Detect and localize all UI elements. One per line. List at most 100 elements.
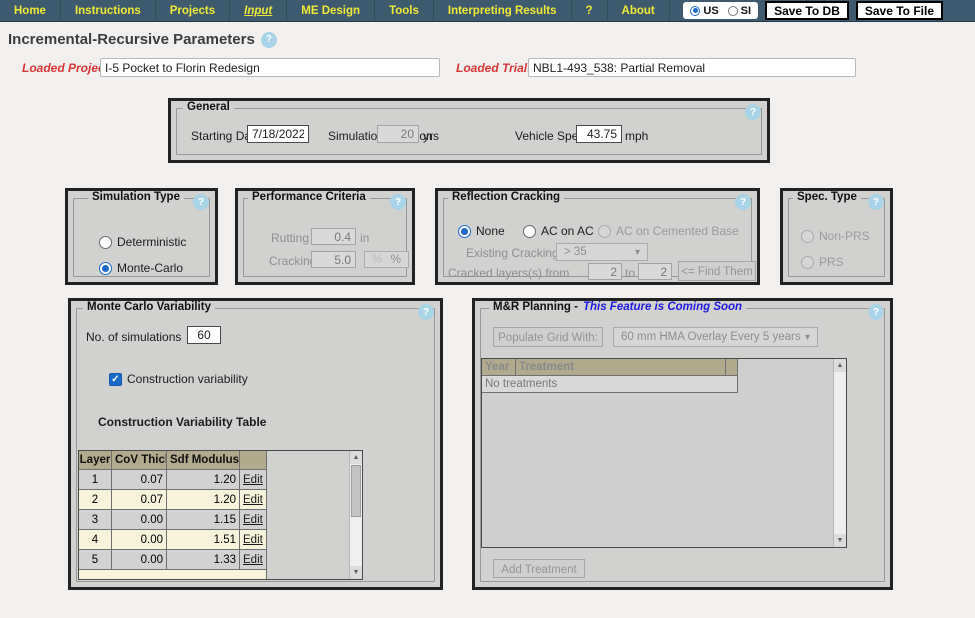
cell-sdf: 1.15 (167, 510, 240, 530)
header-treatment: Treatment (516, 359, 726, 376)
nav-item-help[interactable]: ? (572, 0, 608, 21)
save-to-file-button[interactable]: Save To File (855, 1, 943, 20)
header-action (240, 451, 267, 470)
nav-item-instructions[interactable]: Instructions (61, 0, 156, 21)
reflection-none-label: None (476, 224, 505, 238)
cracking-unit-ghost: % (372, 253, 383, 266)
nav-item-tools[interactable]: Tools (375, 0, 434, 21)
title-help-icon[interactable]: ? (260, 31, 277, 48)
deterministic-radio-icon (99, 235, 112, 249)
loaded-project-field[interactable] (100, 58, 440, 77)
general-help-icon[interactable]: ? (745, 104, 761, 120)
radio-si-icon (727, 5, 738, 16)
general-panel: General ? Starting Date Simulation Durat… (168, 98, 770, 163)
save-to-db-button[interactable]: Save To DB (765, 1, 849, 20)
edit-link[interactable]: Edit (243, 514, 263, 526)
populate-grid-button: Populate Grid With: (493, 327, 603, 347)
rutting-field (311, 228, 356, 245)
units-radio-si[interactable]: SI (727, 5, 751, 17)
ac-on-ac-radio[interactable]: AC on AC (523, 224, 594, 238)
cell-sdf: 1.33 (167, 550, 240, 570)
reflection-cracking-panel: Reflection Cracking ? None AC on AC AC o… (435, 188, 760, 285)
monte-carlo-radio[interactable]: Monte-Carlo (99, 261, 183, 275)
reflection-cracking-help-icon[interactable]: ? (735, 194, 751, 210)
edit-link[interactable]: Edit (243, 474, 263, 486)
construction-table-scrollbar[interactable]: ▲ ▼ (349, 451, 362, 579)
ac-on-ac-label: AC on AC (541, 224, 594, 238)
cracked-to-label: to (625, 266, 636, 280)
chevron-down-icon: ▾ (634, 246, 640, 258)
units-radio-us[interactable]: US (690, 5, 719, 17)
nav-item-home[interactable]: Home (0, 0, 61, 21)
simulation-duration-field (377, 125, 419, 143)
header-year: Year (482, 359, 516, 376)
cell-layer: 1 (79, 470, 112, 490)
radio-us-icon (690, 5, 701, 16)
monte-carlo-variability-panel: Monte Carlo Variability ? No. of simulat… (68, 298, 443, 590)
nav-item-about[interactable]: About (608, 0, 670, 21)
header-sdf-modulus: Sdf Modulus (167, 451, 240, 470)
scroll-down-icon[interactable]: ▼ (834, 534, 846, 547)
cell-layer: 4 (79, 530, 112, 550)
construction-variability-checkbox[interactable]: ✓ Construction variability (109, 372, 248, 386)
loaded-trial-field[interactable] (528, 58, 856, 77)
cell-cov: 0.00 (112, 550, 167, 570)
mr-table-header-spacer (726, 359, 738, 376)
scroll-up-icon[interactable]: ▲ (350, 451, 362, 464)
find-them-button: <= Find Them (678, 261, 756, 281)
loaded-trial-label: Loaded Trial: (456, 61, 532, 75)
header-cov-thick: CoV Thick (112, 451, 167, 470)
nav-item-input[interactable]: Input (230, 0, 288, 21)
page-title: Incremental-Recursive Parameters (8, 31, 255, 48)
nav-item-me-design[interactable]: ME Design (287, 0, 376, 21)
nav-right-cluster: US SI Save To DB Save To File (683, 0, 975, 21)
rutting-label: Rutting (271, 231, 310, 245)
monte-carlo-radio-icon (99, 261, 112, 275)
cracking-label: Cracking (269, 254, 317, 268)
mr-planning-help-icon[interactable]: ? (868, 304, 884, 320)
cell-layer: 2 (79, 490, 112, 510)
simulation-type-help-icon[interactable]: ? (193, 194, 209, 210)
reflection-none-radio[interactable]: None (458, 224, 505, 238)
cell-layer: 5 (79, 550, 112, 570)
prs-label: PRS (819, 255, 844, 269)
scroll-down-icon[interactable]: ▼ (350, 566, 362, 579)
simulations-field[interactable] (187, 326, 221, 344)
ac-on-ac-radio-icon (523, 224, 536, 238)
top-nav-bar: Home Instructions Projects Input ME Desi… (0, 0, 975, 22)
non-prs-radio-icon (801, 229, 814, 243)
construction-variability-table: Layer CoV Thick Sdf Modulus 1 0.07 1.20 … (78, 450, 363, 580)
construction-table-header: Layer CoV Thick Sdf Modulus (79, 451, 362, 470)
cell-cov: 0.00 (112, 510, 167, 530)
mr-planning-legend: M&R Planning - This Feature is Coming Soo… (489, 301, 747, 313)
page-title-row: Incremental-Recursive Parameters ? (8, 31, 277, 48)
prs-radio-icon (801, 255, 814, 269)
non-prs-radio: Non-PRS (801, 229, 870, 243)
treatments-table-scrollbar[interactable]: ▲ ▼ (833, 359, 846, 547)
simulations-label: No. of simulations (86, 330, 182, 344)
cell-sdf: 1.51 (167, 530, 240, 550)
nav-item-projects[interactable]: Projects (156, 0, 231, 21)
treatments-table-header: Year Treatment (482, 359, 846, 376)
edit-link[interactable]: Edit (243, 534, 263, 546)
monte-carlo-help-icon[interactable]: ? (418, 304, 434, 320)
units-toggle: US SI (683, 2, 759, 19)
deterministic-radio[interactable]: Deterministic (99, 235, 186, 249)
table-row: 4 0.00 1.51 Edit (79, 530, 362, 550)
performance-criteria-help-icon[interactable]: ? (390, 194, 406, 210)
cell-cov: 0.07 (112, 490, 167, 510)
monte-carlo-label: Monte-Carlo (117, 261, 184, 275)
nav-item-interpreting-results[interactable]: Interpreting Results (434, 0, 572, 21)
spec-type-help-icon[interactable]: ? (868, 194, 884, 210)
performance-criteria-legend: Performance Criteria (248, 191, 370, 203)
ac-on-cemented-base-radio-icon (598, 224, 611, 238)
edit-link[interactable]: Edit (243, 554, 263, 566)
scroll-up-icon[interactable]: ▲ (834, 359, 846, 372)
cracked-to-field (638, 263, 672, 280)
starting-date-field[interactable] (247, 125, 309, 143)
simulation-type-panel: Simulation Type ? Deterministic Monte-Ca… (65, 188, 218, 285)
edit-link[interactable]: Edit (243, 494, 263, 506)
scroll-thumb[interactable] (351, 465, 361, 517)
vehicle-speed-field[interactable] (576, 125, 622, 143)
cracking-field (311, 251, 356, 268)
